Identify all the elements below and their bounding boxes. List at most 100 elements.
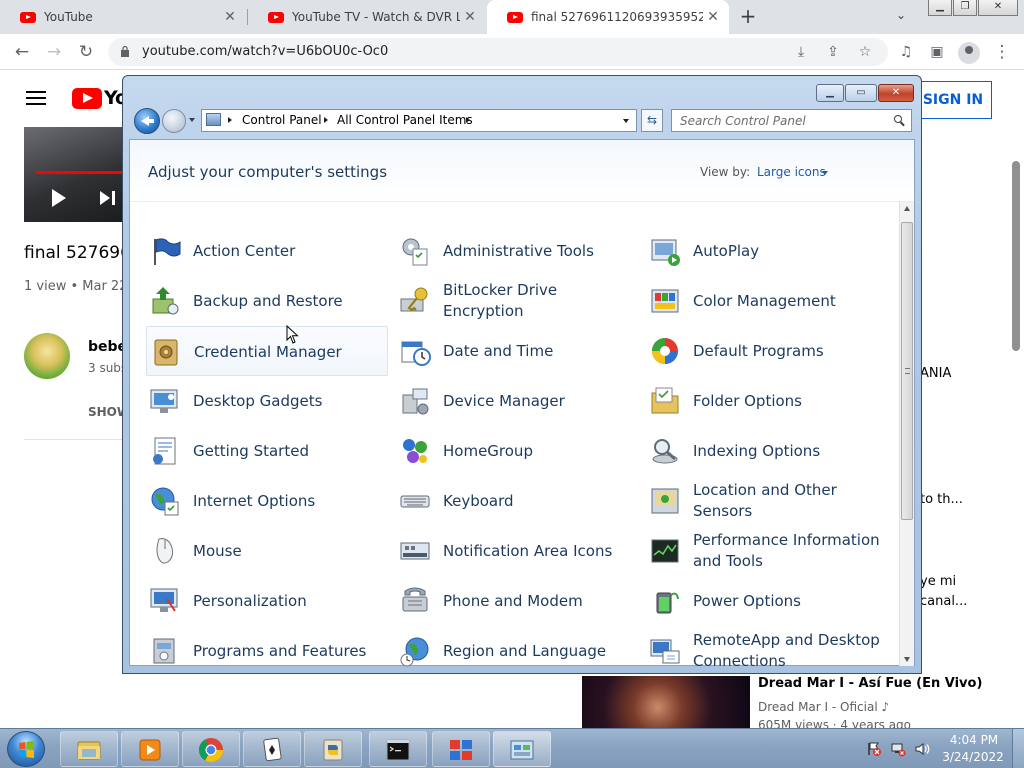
- share-icon[interactable]: ⇪: [824, 43, 842, 61]
- close-browser-button[interactable]: ✕: [978, 0, 1018, 16]
- cp-item-personalization[interactable]: Personalization: [146, 576, 388, 626]
- taskbar-python[interactable]: [304, 731, 362, 767]
- cp-item-default-programs[interactable]: Default Programs: [646, 326, 888, 376]
- maximize-window-button[interactable]: ▭: [845, 84, 877, 102]
- clock-date[interactable]: 3/24/2022: [940, 750, 1006, 764]
- network-icon[interactable]: [890, 741, 906, 757]
- breadcrumb-arrow-icon[interactable]: [466, 117, 470, 123]
- tab-search-chevron-icon[interactable]: ⌄: [896, 8, 906, 22]
- tab-final-video[interactable]: final 5276961120693935952 orig ✕: [487, 0, 729, 34]
- recommendation-thumbnail[interactable]: [582, 676, 750, 728]
- cp-item-power-options[interactable]: Power Options: [646, 576, 888, 626]
- scroll-down-icon[interactable]: [904, 657, 910, 662]
- minimize-window-button[interactable]: ▁: [816, 84, 844, 102]
- cp-item-bitlocker-drive-encryption[interactable]: BitLocker Drive Encryption: [396, 276, 638, 326]
- taskbar-control-panel[interactable]: [493, 731, 551, 767]
- minimize-browser-button[interactable]: ▁: [928, 0, 952, 16]
- cp-item-action-center[interactable]: Action Center: [146, 226, 388, 276]
- cp-item-credential-manager[interactable]: Credential Manager: [146, 326, 388, 376]
- breadcrumb-all-items[interactable]: All Control Panel Items: [337, 113, 473, 127]
- taskbar-explorer[interactable]: [60, 731, 118, 767]
- progress-bar[interactable]: [36, 171, 134, 174]
- back-arrow-icon[interactable]: ←: [12, 42, 32, 62]
- hamburger-menu-icon[interactable]: [26, 91, 46, 105]
- cp-item-notification-area-icons[interactable]: Notification Area Icons: [396, 526, 638, 576]
- vertical-scrollbar[interactable]: [899, 202, 914, 666]
- cp-item-mouse[interactable]: Mouse: [146, 526, 388, 576]
- back-button[interactable]: [134, 108, 160, 134]
- video-player[interactable]: [24, 127, 134, 222]
- cp-item-color-management[interactable]: Color Management: [646, 276, 888, 326]
- side-panel-icon[interactable]: ▣: [927, 42, 947, 62]
- taskbar-media-player[interactable]: [121, 731, 179, 767]
- cp-item-folder-options[interactable]: Folder Options: [646, 376, 888, 426]
- tab-youtube[interactable]: YouTube ✕: [0, 0, 246, 34]
- recommendation-channel[interactable]: Dread Mar I - Oficial ♪: [758, 700, 889, 714]
- show-desktop-button[interactable]: [1012, 729, 1024, 768]
- cp-item-backup-and-restore[interactable]: Backup and Restore: [146, 276, 388, 326]
- maximize-browser-button[interactable]: ❐: [953, 0, 977, 16]
- cp-item-performance-information-and-tools[interactable]: Performance Information and Tools: [646, 526, 888, 576]
- address-bar[interactable]: Control Panel All Control Panel Items: [201, 109, 637, 132]
- bookmark-star-icon[interactable]: ☆: [856, 43, 874, 61]
- clock-time[interactable]: 4:04 PM: [948, 733, 1000, 747]
- taskbar-chrome[interactable]: [182, 731, 240, 767]
- close-tab-icon[interactable]: ✕: [220, 9, 240, 25]
- cp-item-phone-and-modem[interactable]: Phone and Modem: [396, 576, 638, 626]
- taskbar-solitaire[interactable]: [243, 731, 301, 767]
- scroll-up-icon[interactable]: [904, 206, 910, 211]
- cp-item-device-manager[interactable]: Device Manager: [396, 376, 638, 426]
- cp-item-autoplay[interactable]: AutoPlay: [646, 226, 888, 276]
- recent-pages-dropdown[interactable]: [189, 118, 195, 122]
- channel-avatar[interactable]: [24, 333, 70, 379]
- search-icon[interactable]: [894, 115, 902, 123]
- search-control-panel-input[interactable]: Search Control Panel: [671, 109, 912, 132]
- media-control-icon[interactable]: ♫: [896, 42, 916, 62]
- refresh-button[interactable]: ⇆: [641, 109, 663, 132]
- cp-item-programs-and-features[interactable]: Programs and Features: [146, 626, 388, 668]
- profile-avatar-icon[interactable]: [958, 42, 980, 64]
- play-icon[interactable]: [52, 189, 66, 207]
- scroll-thumb[interactable]: [901, 222, 913, 520]
- recommendation-title[interactable]: Dread Mar I - Así Fue (En Vivo): [758, 676, 982, 691]
- cp-item-region-and-language[interactable]: Region and Language: [396, 626, 638, 668]
- reload-icon[interactable]: ↻: [76, 42, 96, 62]
- tab-youtube-tv[interactable]: YouTube TV - Watch & DVR Live ✕: [248, 0, 486, 34]
- sign-in-button[interactable]: SIGN IN: [914, 81, 992, 119]
- menu-dots-icon[interactable]: ⋮: [992, 42, 1012, 62]
- forward-arrow-icon[interactable]: →: [44, 42, 64, 62]
- cp-item-keyboard[interactable]: Keyboard: [396, 476, 638, 526]
- breadcrumb-control-panel[interactable]: Control Panel: [242, 113, 322, 127]
- cp-item-internet-options[interactable]: Internet Options: [146, 476, 388, 526]
- taskbar-command-prompt[interactable]: [369, 731, 427, 767]
- phone-icon: [402, 587, 428, 612]
- install-icon[interactable]: ⤓: [792, 43, 810, 61]
- close-window-button[interactable]: ✕: [878, 84, 914, 102]
- python-icon: [323, 739, 343, 761]
- address-bar[interactable]: youtube.com/watch?v=U6bOU0c-Oc0 ⤓ ⇪ ☆: [108, 38, 888, 66]
- close-tab-icon[interactable]: ✕: [460, 9, 480, 25]
- address-dropdown-icon[interactable]: [623, 119, 629, 123]
- cp-item-homegroup[interactable]: HomeGroup: [396, 426, 638, 476]
- cp-item-administrative-tools[interactable]: Administrative Tools: [396, 226, 638, 276]
- cp-item-indexing-options[interactable]: Indexing Options: [646, 426, 888, 476]
- cp-item-getting-started[interactable]: Getting Started: [146, 426, 388, 476]
- page-scrollbar[interactable]: [1012, 161, 1020, 351]
- taskbar-app-grid[interactable]: [432, 731, 490, 767]
- chevron-down-icon[interactable]: [822, 171, 828, 175]
- breadcrumb-arrow-icon[interactable]: [324, 117, 328, 123]
- next-icon[interactable]: [100, 191, 116, 205]
- action-center-flag-icon[interactable]: [866, 741, 882, 757]
- youtube-logo-icon[interactable]: [72, 88, 102, 109]
- view-by-dropdown[interactable]: Large icons: [757, 165, 826, 179]
- cp-item-location-and-other-sensors[interactable]: Location and Other Sensors: [646, 476, 888, 526]
- cp-item-date-and-time[interactable]: Date and Time: [396, 326, 638, 376]
- new-tab-button[interactable]: +: [738, 6, 758, 26]
- breadcrumb-arrow-icon[interactable]: [228, 117, 232, 123]
- volume-icon[interactable]: [914, 741, 930, 757]
- start-button[interactable]: [7, 731, 45, 767]
- cp-item-desktop-gadgets[interactable]: Desktop Gadgets: [146, 376, 388, 426]
- cp-item-remoteapp-and-desktop-connections[interactable]: RemoteApp and Desktop Connections: [646, 626, 888, 668]
- forward-button[interactable]: [162, 109, 186, 133]
- close-tab-icon[interactable]: ✕: [703, 9, 723, 25]
